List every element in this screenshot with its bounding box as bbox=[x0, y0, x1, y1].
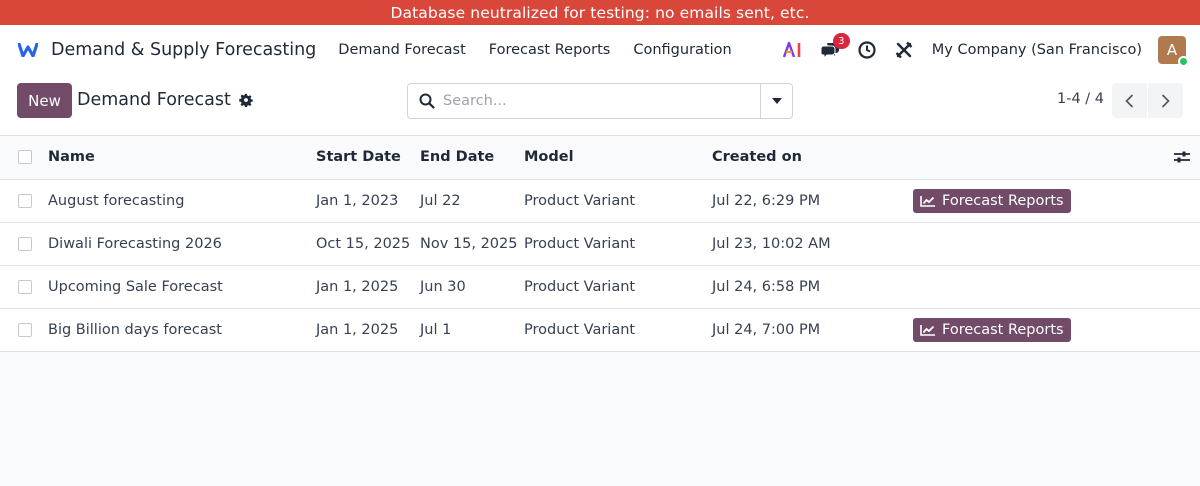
table-row[interactable]: Diwali Forecasting 2026 Oct 15, 2025 Nov… bbox=[0, 222, 1200, 266]
search-bar bbox=[407, 83, 793, 119]
cell-created-on: Jul 24, 7:00 PM bbox=[712, 308, 913, 352]
cell-end-date: Nov 15, 2025 bbox=[420, 222, 524, 266]
forecast-list-table: Name Start Date End Date Model Created o… bbox=[0, 136, 1200, 352]
menu-configuration[interactable]: Configuration bbox=[633, 42, 731, 58]
pager-next-button[interactable] bbox=[1148, 83, 1183, 118]
table-row[interactable]: August forecasting Jan 1, 2023 Jul 22 Pr… bbox=[0, 179, 1200, 223]
forecast-reports-label: Forecast Reports bbox=[942, 192, 1064, 209]
search-icon bbox=[419, 93, 435, 109]
sliders-icon bbox=[1174, 151, 1190, 163]
app-logo-icon[interactable] bbox=[18, 42, 38, 58]
cell-model: Product Variant bbox=[524, 222, 712, 266]
banner-text: Database neutralized for testing: no ema… bbox=[390, 3, 810, 22]
cell-model: Product Variant bbox=[524, 308, 712, 352]
table-row[interactable]: Upcoming Sale Forecast Jan 1, 2025 Jun 3… bbox=[0, 265, 1200, 309]
cell-start-date: Jan 1, 2025 bbox=[316, 265, 420, 309]
neutralized-banner: Database neutralized for testing: no ema… bbox=[0, 0, 1200, 25]
new-button[interactable]: New bbox=[17, 83, 72, 118]
cell-created-on: Jul 23, 10:02 AM bbox=[712, 222, 913, 266]
cell-name: Diwali Forecasting 2026 bbox=[48, 222, 316, 266]
row-checkbox[interactable] bbox=[18, 322, 32, 337]
activity-clock-icon[interactable] bbox=[856, 39, 878, 61]
cell-name: Upcoming Sale Forecast bbox=[48, 265, 316, 309]
cell-name: Big Billion days forecast bbox=[48, 308, 316, 352]
line-chart-icon bbox=[920, 324, 935, 336]
cell-created-on: Jul 22, 6:29 PM bbox=[712, 179, 913, 223]
line-chart-icon bbox=[920, 195, 935, 207]
cell-end-date: Jun 30 bbox=[420, 265, 524, 309]
column-header-end-date[interactable]: End Date bbox=[420, 136, 524, 180]
menu-demand-forecast[interactable]: Demand Forecast bbox=[338, 42, 465, 58]
cell-model: Product Variant bbox=[524, 179, 712, 223]
row-checkbox[interactable] bbox=[18, 279, 32, 294]
presence-status-icon bbox=[1178, 56, 1189, 67]
pager-value[interactable]: 1-4 / 4 bbox=[1057, 91, 1104, 107]
column-header-start-date[interactable]: Start Date bbox=[316, 136, 420, 180]
row-checkbox[interactable] bbox=[18, 193, 32, 208]
column-header-model[interactable]: Model bbox=[524, 136, 712, 180]
column-header-created-on[interactable]: Created on bbox=[712, 136, 913, 180]
ai-icon[interactable] bbox=[782, 39, 804, 61]
column-header-name[interactable]: Name bbox=[48, 136, 316, 180]
page-title: Demand Forecast bbox=[77, 90, 253, 110]
cell-start-date: Jan 1, 2025 bbox=[316, 308, 420, 352]
user-avatar[interactable]: A bbox=[1158, 36, 1189, 67]
cell-end-date: Jul 22 bbox=[420, 179, 524, 223]
chevron-right-icon bbox=[1161, 93, 1170, 108]
search-input[interactable] bbox=[443, 84, 760, 118]
cell-end-date: Jul 1 bbox=[420, 308, 524, 352]
cell-name: August forecasting bbox=[48, 179, 316, 223]
top-navbar: Demand & Supply Forecasting Demand Forec… bbox=[0, 25, 1200, 75]
page-title-text: Demand Forecast bbox=[77, 90, 231, 110]
forecast-reports-button[interactable]: Forecast Reports bbox=[913, 317, 1071, 342]
search-options-toggle[interactable] bbox=[760, 84, 792, 118]
company-switcher[interactable]: My Company (San Francisco) bbox=[932, 42, 1142, 58]
caret-down-icon bbox=[771, 98, 782, 104]
menu-forecast-reports[interactable]: Forecast Reports bbox=[489, 42, 611, 58]
optional-columns-toggle[interactable] bbox=[1158, 150, 1200, 164]
cell-start-date: Oct 15, 2025 bbox=[316, 222, 420, 266]
pager-buttons bbox=[1112, 83, 1183, 118]
chevron-left-icon bbox=[1125, 93, 1134, 108]
gear-icon[interactable] bbox=[239, 93, 253, 107]
table-header-row: Name Start Date End Date Model Created o… bbox=[0, 136, 1200, 180]
cell-model: Product Variant bbox=[524, 265, 712, 309]
app-name[interactable]: Demand & Supply Forecasting bbox=[51, 40, 316, 60]
forecast-reports-button[interactable]: Forecast Reports bbox=[913, 188, 1071, 213]
select-all-checkbox[interactable] bbox=[18, 150, 32, 165]
table-row[interactable]: Big Billion days forecast Jan 1, 2025 Ju… bbox=[0, 308, 1200, 352]
control-panel: New Demand Forecast 1-4 / 4 bbox=[0, 75, 1200, 136]
forecast-reports-label: Forecast Reports bbox=[942, 321, 1064, 338]
messaging-icon[interactable]: 3 bbox=[819, 33, 850, 61]
cell-start-date: Jan 1, 2023 bbox=[316, 179, 420, 223]
pager-previous-button[interactable] bbox=[1112, 83, 1147, 118]
tools-icon[interactable] bbox=[893, 39, 915, 61]
message-count-badge: 3 bbox=[832, 33, 850, 49]
avatar-initial: A bbox=[1166, 41, 1178, 59]
row-checkbox[interactable] bbox=[18, 236, 32, 251]
cell-created-on: Jul 24, 6:58 PM bbox=[712, 265, 913, 309]
